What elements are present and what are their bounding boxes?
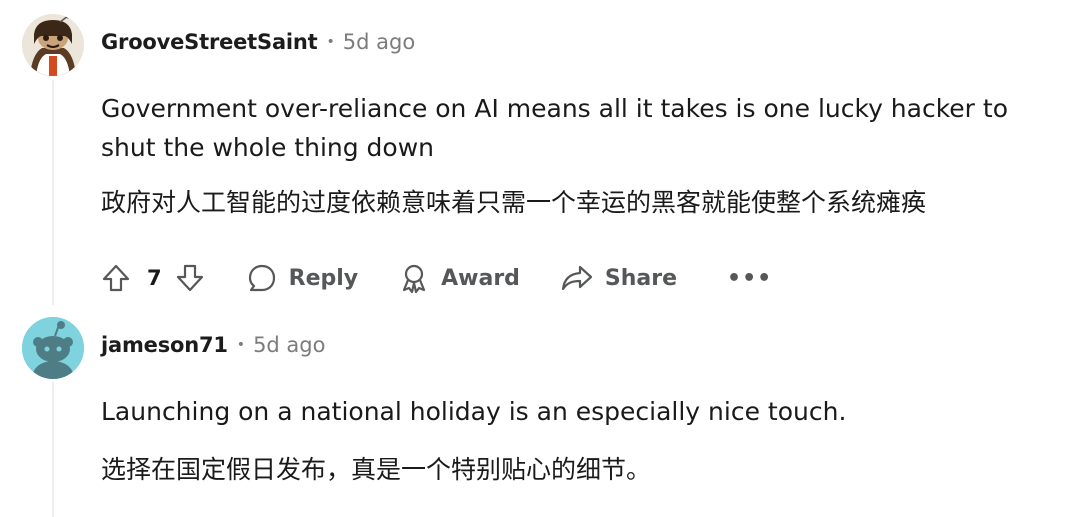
vote-count: 7 xyxy=(147,266,162,290)
downvote-icon xyxy=(176,264,203,292)
comment: jameson71 • 5d ago Launching on a nation… xyxy=(0,300,1080,517)
user-avatar[interactable] xyxy=(22,317,84,379)
separator-dot: • xyxy=(236,337,246,353)
username[interactable]: jameson71 xyxy=(101,333,228,357)
upvote-button[interactable] xyxy=(100,262,132,294)
vote-group: 7 xyxy=(100,262,206,294)
reply-label: Reply xyxy=(288,265,359,291)
avatar-icon xyxy=(22,317,84,379)
share-button[interactable]: Share xyxy=(560,262,677,294)
comment-actions: 7 Reply Award Share ••• xyxy=(100,258,772,298)
username[interactable]: GrooveStreetSaint xyxy=(101,30,318,54)
comment-meta: jameson71 • 5d ago xyxy=(101,333,325,357)
timestamp[interactable]: 5d ago xyxy=(343,30,415,54)
award-label: Award xyxy=(441,265,520,291)
more-options-button[interactable]: ••• xyxy=(727,266,772,291)
award-icon xyxy=(403,264,426,294)
avatar-icon xyxy=(22,14,84,76)
timestamp[interactable]: 5d ago xyxy=(253,333,325,357)
comment-text: Launching on a national holiday is an es… xyxy=(101,397,847,426)
downvote-button[interactable] xyxy=(174,262,206,294)
award-button[interactable]: Award xyxy=(398,262,520,294)
thread-line[interactable] xyxy=(52,382,54,517)
comment-bubble-icon xyxy=(248,264,275,292)
comment: GrooveStreetSaint • 5d ago Government ov… xyxy=(0,0,1080,305)
thread-line[interactable] xyxy=(52,80,54,305)
upvote-icon xyxy=(102,264,130,292)
comment-meta: GrooveStreetSaint • 5d ago xyxy=(101,30,415,54)
user-avatar[interactable] xyxy=(22,14,84,76)
separator-dot: • xyxy=(326,34,335,50)
comment-translation: 政府对人工智能的过度依赖意味着只需一个幸运的黑客就能使整个系统瘫痪 xyxy=(101,188,927,217)
reply-button[interactable]: Reply xyxy=(246,262,359,294)
share-label: Share xyxy=(604,265,678,291)
comment-text: Government over-reliance on AI means all… xyxy=(101,94,1009,162)
comment-translation: 选择在国定假日发布，真是一个特别贴心的细节。 xyxy=(101,455,652,484)
share-icon xyxy=(561,265,593,291)
